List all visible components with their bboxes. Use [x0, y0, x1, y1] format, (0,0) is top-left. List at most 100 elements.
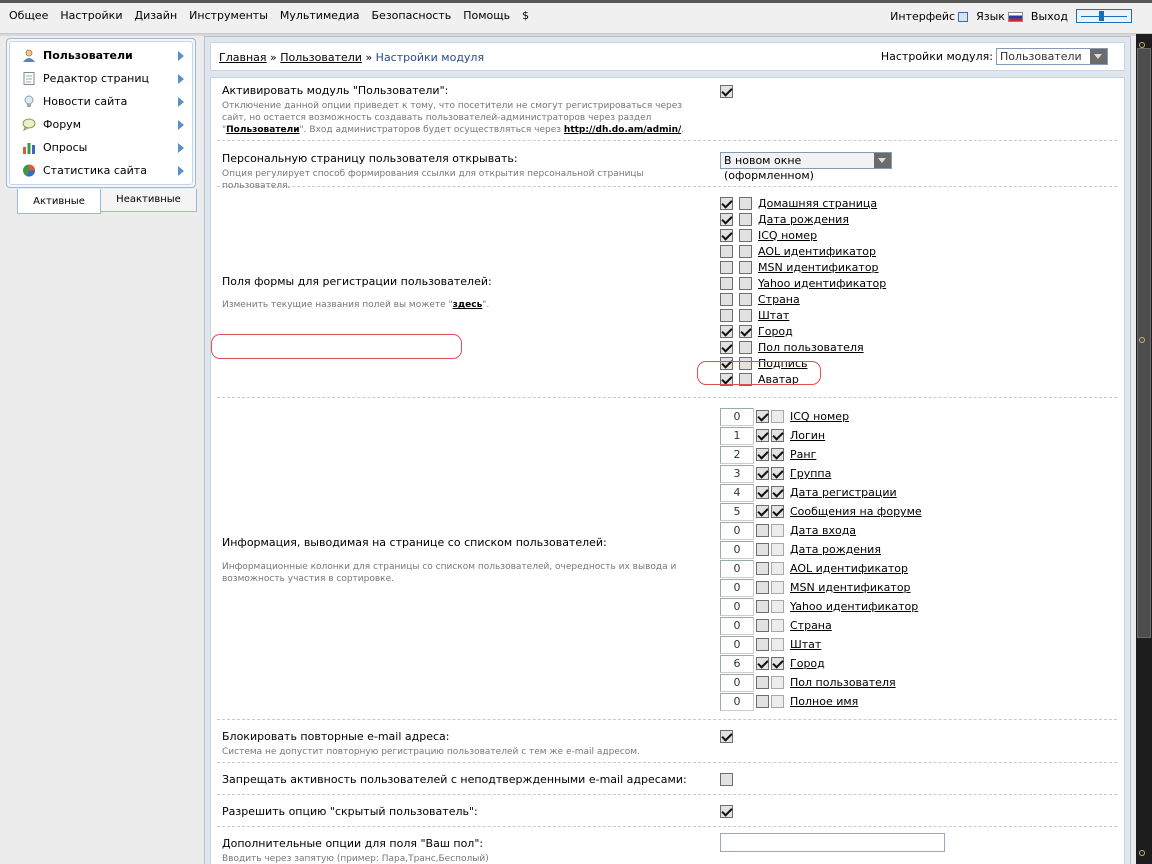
tab-active[interactable]: Активные: [17, 189, 101, 214]
hidden-user-checkbox[interactable]: [720, 804, 733, 818]
reg-field-required-checkbox[interactable]: [739, 292, 752, 306]
slider-knob[interactable]: [1099, 11, 1104, 21]
column-show-checkbox[interactable]: [756, 467, 769, 480]
column-show-checkbox[interactable]: [756, 581, 769, 594]
gender-options-input[interactable]: [720, 833, 945, 852]
reg-field-enabled-checkbox[interactable]: [720, 260, 733, 274]
reg-field-required-checkbox[interactable]: [739, 324, 752, 338]
column-show-checkbox[interactable]: [756, 676, 769, 689]
column-sort-checkbox[interactable]: [771, 543, 784, 556]
reg-field-enabled-checkbox[interactable]: [720, 244, 733, 258]
column-order-input[interactable]: 6: [720, 654, 754, 673]
tab-inactive[interactable]: Неактивные: [101, 189, 197, 212]
admin-url-link[interactable]: http://dh.do.am/admin/: [564, 125, 681, 135]
column-sort-checkbox[interactable]: [771, 657, 784, 670]
reg-field-required-checkbox[interactable]: [739, 244, 752, 258]
menu-item-multimedia[interactable]: Мультимедиа: [274, 9, 366, 22]
language-switch[interactable]: Язык: [976, 10, 1023, 23]
sidebar-item-users[interactable]: Пользователи: [10, 44, 192, 67]
reg-field-enabled-checkbox[interactable]: [720, 276, 733, 290]
forbid-unconfirmed-checkbox[interactable]: [720, 772, 733, 786]
reg-field-enabled-checkbox[interactable]: [720, 308, 733, 322]
menu-item-tools[interactable]: Инструменты: [183, 9, 274, 22]
column-show-checkbox[interactable]: [756, 448, 769, 461]
column-sort-checkbox[interactable]: [771, 505, 784, 518]
menu-item-design[interactable]: Дизайн: [128, 9, 183, 22]
reg-field-required-checkbox[interactable]: [739, 260, 752, 274]
column-order-input[interactable]: 0: [720, 540, 754, 559]
reg-field-required-checkbox[interactable]: [739, 196, 752, 210]
column-order-input[interactable]: 0: [720, 407, 754, 426]
column-sort-checkbox[interactable]: [771, 486, 784, 499]
reg-field-enabled-checkbox[interactable]: [720, 324, 733, 338]
reg-field-required-checkbox[interactable]: [739, 276, 752, 290]
reg-field-required-checkbox[interactable]: [739, 340, 752, 354]
column-show-checkbox[interactable]: [756, 638, 769, 651]
sidebar-item-page-editor[interactable]: Редактор страниц: [10, 67, 192, 90]
column-show-checkbox[interactable]: [756, 695, 769, 708]
menu-item-help[interactable]: Помощь: [457, 9, 516, 22]
interface-toggle[interactable]: Интерфейс: [890, 10, 969, 23]
column-sort-checkbox[interactable]: [771, 448, 784, 461]
column-order-input[interactable]: 1: [720, 426, 754, 445]
column-order-input[interactable]: 0: [720, 578, 754, 597]
menu-item-settings[interactable]: Настройки: [54, 9, 128, 22]
column-sort-checkbox[interactable]: [771, 467, 784, 480]
column-order-input[interactable]: 5: [720, 502, 754, 521]
breadcrumb-users-link[interactable]: Пользователи: [280, 51, 362, 64]
column-show-checkbox[interactable]: [756, 562, 769, 575]
column-sort-checkbox[interactable]: [771, 429, 784, 442]
column-show-checkbox[interactable]: [756, 600, 769, 613]
scrollbar-thumb[interactable]: [1137, 48, 1151, 638]
logout-link[interactable]: Выход: [1031, 10, 1068, 23]
column-order-input[interactable]: 0: [720, 616, 754, 635]
reg-field-enabled-checkbox[interactable]: [720, 196, 733, 210]
reg-field-enabled-checkbox[interactable]: [720, 340, 733, 354]
column-order-input[interactable]: 4: [720, 483, 754, 502]
column-sort-checkbox[interactable]: [771, 619, 784, 632]
rename-fields-link[interactable]: здесь: [453, 300, 483, 310]
width-slider[interactable]: [1076, 9, 1132, 23]
column-sort-checkbox[interactable]: [771, 581, 784, 594]
sidebar-item-polls[interactable]: Опросы: [10, 136, 192, 159]
sidebar-item-stats[interactable]: Статистика сайта: [10, 159, 192, 182]
column-sort-checkbox[interactable]: [771, 410, 784, 423]
page-scrollbar[interactable]: [1136, 34, 1152, 864]
activate-module-checkbox[interactable]: [720, 84, 733, 98]
column-show-checkbox[interactable]: [756, 524, 769, 537]
breadcrumb-home-link[interactable]: Главная: [219, 51, 267, 64]
column-show-checkbox[interactable]: [756, 429, 769, 442]
column-sort-checkbox[interactable]: [771, 638, 784, 651]
column-show-checkbox[interactable]: [756, 505, 769, 518]
column-order-input[interactable]: 0: [720, 635, 754, 654]
column-show-checkbox[interactable]: [756, 657, 769, 670]
column-sort-checkbox[interactable]: [771, 695, 784, 708]
column-sort-checkbox[interactable]: [771, 600, 784, 613]
reg-field-required-checkbox[interactable]: [739, 228, 752, 242]
column-order-input[interactable]: 0: [720, 673, 754, 692]
module-select[interactable]: Пользователи: [996, 48, 1108, 65]
column-order-input[interactable]: 3: [720, 464, 754, 483]
column-show-checkbox[interactable]: [756, 410, 769, 423]
column-order-input[interactable]: 0: [720, 521, 754, 540]
column-order-input[interactable]: 0: [720, 559, 754, 578]
menu-item-dollar[interactable]: $: [516, 9, 535, 22]
column-show-checkbox[interactable]: [756, 619, 769, 632]
reg-field-required-checkbox[interactable]: [739, 308, 752, 322]
column-order-input[interactable]: 0: [720, 597, 754, 616]
column-show-checkbox[interactable]: [756, 486, 769, 499]
reg-field-required-checkbox[interactable]: [739, 212, 752, 226]
column-show-checkbox[interactable]: [756, 543, 769, 556]
column-order-input[interactable]: 0: [720, 692, 754, 711]
column-sort-checkbox[interactable]: [771, 524, 784, 537]
column-sort-checkbox[interactable]: [771, 562, 784, 575]
menu-item-general[interactable]: Общее: [3, 9, 54, 22]
block-email-checkbox[interactable]: [720, 729, 733, 743]
personal-page-select[interactable]: В новом окне (оформленном): [720, 152, 892, 182]
reg-field-enabled-checkbox[interactable]: [720, 212, 733, 226]
sidebar-item-news[interactable]: Новости сайта: [10, 90, 192, 113]
users-section-link[interactable]: Пользователи: [226, 125, 299, 135]
column-order-input[interactable]: 2: [720, 445, 754, 464]
reg-field-enabled-checkbox[interactable]: [720, 292, 733, 306]
reg-field-enabled-checkbox[interactable]: [720, 228, 733, 242]
